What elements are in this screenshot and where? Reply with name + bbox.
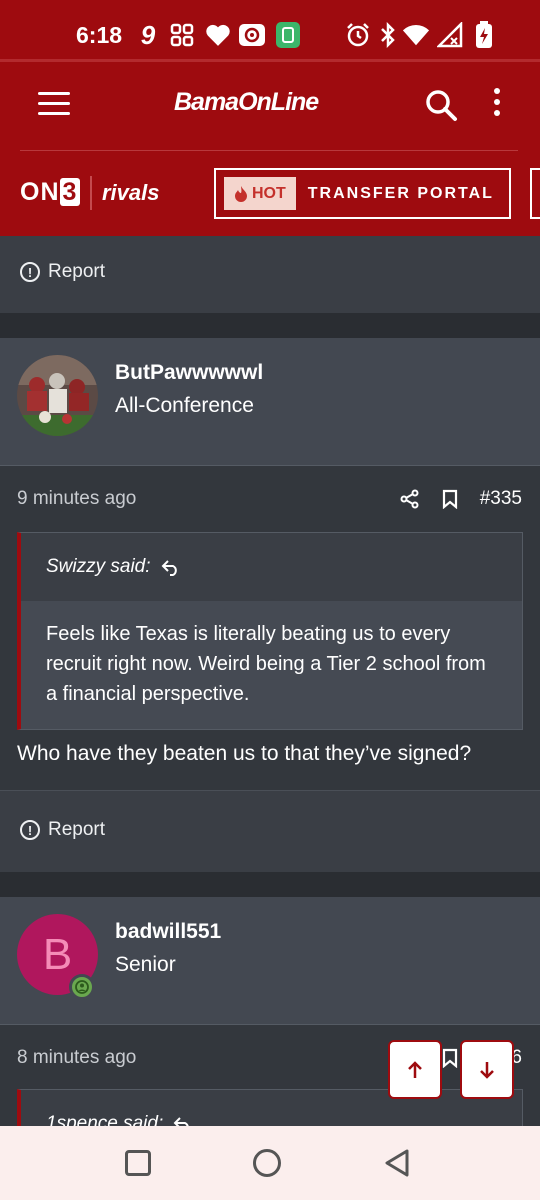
avatar[interactable] (17, 355, 98, 436)
post-time[interactable]: 9 minutes ago (17, 488, 136, 510)
back-icon[interactable] (383, 1148, 411, 1178)
wifi-icon (402, 20, 430, 50)
post-gap (0, 313, 540, 338)
post-user-header: ButPawwwwwl All-Conference (0, 338, 540, 466)
header-divider (20, 150, 518, 151)
search-icon[interactable] (424, 88, 458, 122)
battery-icon (470, 20, 498, 50)
rivals-logo[interactable]: rivals (102, 180, 160, 206)
status-bar: 6:18 9 (0, 0, 540, 62)
post-actions: #335 (400, 488, 522, 510)
brand-separator (90, 176, 92, 210)
home-icon[interactable] (253, 1149, 281, 1177)
scroll-down-button[interactable] (460, 1040, 514, 1099)
post-content: Who have they beaten us to that they’ve … (17, 742, 472, 765)
heart-icon (204, 20, 232, 50)
system-nav-bar (0, 1126, 540, 1200)
report-icon: ! (20, 820, 40, 840)
bookmark-icon[interactable] (442, 1048, 458, 1068)
hot-label: HOT (252, 184, 286, 202)
report-button[interactable]: ! Report (20, 261, 105, 283)
signal-icon (436, 20, 464, 50)
quote-author: Swizzy said: (46, 556, 151, 577)
scroll-up-button[interactable] (388, 1040, 442, 1099)
on3-suffix: 3 (59, 178, 81, 206)
post-gap (0, 872, 540, 897)
post-footer: ! Report (0, 236, 540, 313)
grid-app-icon (168, 20, 196, 50)
quote-block: Swizzy said: Feels like Texas is literal… (17, 532, 523, 730)
menu-icon[interactable] (38, 92, 70, 116)
post-body: 8 minutes ago #336 1spence said: (0, 1025, 540, 1126)
transfer-portal-label: TRANSFER PORTAL (307, 184, 494, 202)
arrow-down-icon (480, 1061, 494, 1079)
reply-arrow-icon[interactable] (161, 558, 181, 576)
nine-app-icon: 9 (140, 19, 156, 50)
bookmark-icon[interactable] (442, 489, 458, 509)
user-rank: All-Conference (115, 394, 254, 417)
battery-saver-icon (274, 20, 302, 50)
on3-logo[interactable]: ON 3 (20, 178, 81, 207)
username[interactable]: badwill551 (115, 920, 221, 944)
radio-icon (238, 20, 266, 50)
hot-badge: HOT (224, 177, 296, 210)
next-header-button[interactable] (530, 168, 540, 219)
post-time[interactable]: 8 minutes ago (17, 1047, 136, 1069)
quote-text: Feels like Texas is literally beating us… (21, 601, 522, 729)
avatar[interactable]: B (17, 914, 98, 1000)
flame-icon (235, 185, 247, 202)
quote-header[interactable]: 1spence said: (21, 1090, 522, 1126)
report-label: Report (48, 261, 106, 282)
status-time: 6:18 (76, 22, 123, 48)
report-label: Report (48, 819, 106, 840)
share-icon[interactable] (400, 489, 420, 509)
post-footer: ! Report (0, 790, 540, 872)
username[interactable]: ButPawwwwwl (115, 361, 263, 385)
online-status-icon (69, 974, 95, 1000)
post-body: 9 minutes ago #335 Swizzy said: Feels li… (0, 466, 540, 790)
reply-arrow-icon[interactable] (173, 1115, 193, 1126)
quote-author: 1spence said: (46, 1113, 164, 1126)
user-rank: Senior (115, 953, 176, 976)
site-logo[interactable]: BamaOnLine (174, 88, 319, 117)
site-header: BamaOnLine ON 3 rivals HOT TRANSFER PORTA… (0, 62, 540, 236)
on3-prefix: ON (20, 178, 60, 206)
report-button[interactable]: ! Report (20, 819, 105, 841)
transfer-portal-button[interactable]: HOT TRANSFER PORTAL (214, 168, 511, 219)
recents-icon[interactable] (125, 1150, 151, 1176)
quote-block: 1spence said: (17, 1089, 523, 1126)
report-icon: ! (20, 262, 40, 282)
bluetooth-icon (374, 20, 402, 50)
arrow-up-icon (408, 1060, 422, 1078)
quote-header[interactable]: Swizzy said: (21, 533, 522, 601)
post-user-header: B badwill551 Senior (0, 897, 540, 1025)
alarm-icon (344, 20, 372, 50)
more-options-icon[interactable] (490, 88, 504, 122)
post-number[interactable]: #335 (480, 488, 522, 510)
avatar-letter: B (42, 929, 73, 979)
